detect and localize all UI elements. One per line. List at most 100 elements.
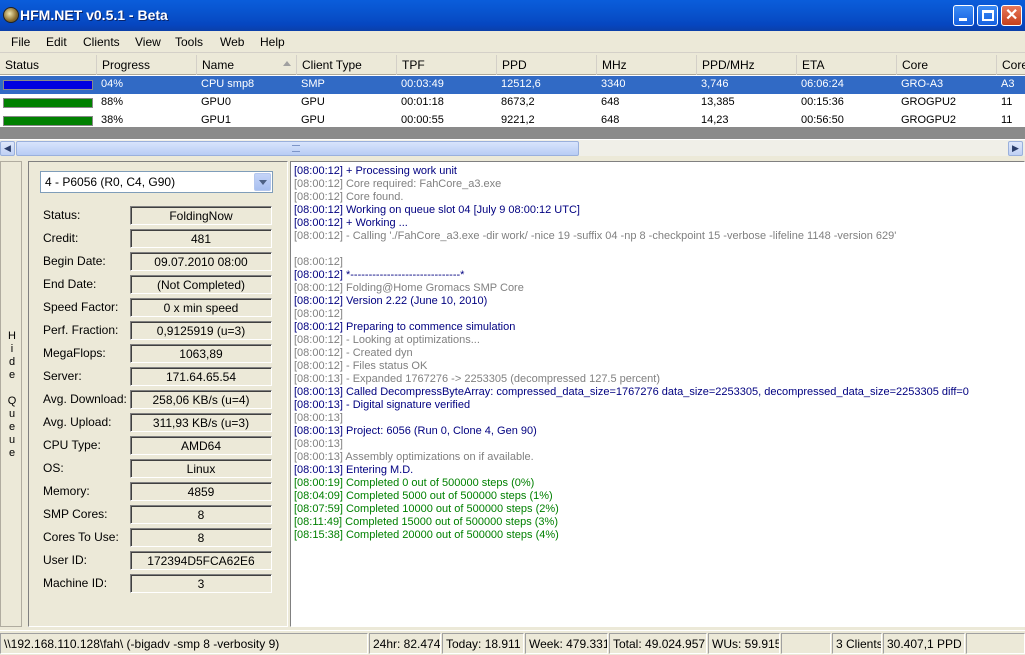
work-unit-select[interactable]: 4 - P6056 (R0, C4, G90) — [40, 171, 273, 193]
row-ppd: 9221,2 — [501, 114, 535, 126]
scroll-right-button[interactable]: ▶ — [1008, 141, 1023, 156]
row-name: GPU1 — [201, 114, 231, 126]
credit-value: 481 — [130, 229, 272, 248]
points-total: Total: 49.024.957 — [609, 633, 707, 654]
row-name: GPU0 — [201, 96, 231, 108]
row-mhz: 3340 — [601, 78, 626, 90]
cpu-type-value: AMD64 — [130, 436, 272, 455]
log-line: [08:04:09] Completed 5000 out of 500000 … — [294, 490, 553, 502]
log-line: [08:00:13] Project: 6056 (Run 0, Clone 4… — [294, 425, 537, 437]
queue-panel: 4 - P6056 (R0, C4, G90) Status: FoldingN… — [28, 161, 288, 627]
end-date-label: End Date: — [43, 277, 97, 291]
cpu-type-label: CPU Type: — [43, 438, 101, 452]
credit-label: Credit: — [43, 231, 79, 245]
ppd-today: Today: 18.911 — [442, 633, 524, 654]
avg-upload-label: Avg. Upload: — [43, 415, 112, 429]
hide-queue-tab[interactable]: H i d e Q u e u e — [0, 161, 22, 627]
row-eta: 00:15:36 — [801, 96, 844, 108]
log-line: [08:00:12] Version 2.22 (June 10, 2010) — [294, 295, 488, 307]
status-label: Status: — [43, 208, 81, 222]
col-tpf[interactable]: TPF — [397, 55, 497, 75]
row-mhz: 648 — [601, 114, 620, 126]
menu-edit[interactable]: Edit — [46, 35, 67, 49]
status-fill — [4, 99, 92, 107]
menu-tools[interactable]: Tools — [175, 35, 203, 49]
title-bar[interactable]: HFM.NET v0.5.1 - Beta ✕ — [0, 0, 1025, 31]
hide-queue-letter: e — [8, 421, 16, 433]
log-line: [08:00:13] - Expanded 1767276 -> 2253305… — [294, 373, 661, 385]
col-ppd[interactable]: PPD — [497, 55, 597, 75]
app-icon[interactable] — [3, 7, 19, 23]
begin-date-value: 09.07.2010 08:00 — [130, 252, 272, 271]
hide-queue-letter: Q — [7, 395, 17, 407]
log-line: [08:00:13] — [294, 412, 343, 424]
perf-fraction-label: Perf. Fraction: — [43, 323, 119, 337]
log-line: [08:15:38] Completed 20000 out of 500000… — [294, 529, 559, 541]
row-client-type: GPU — [301, 114, 325, 126]
row-core-id: A3 — [1001, 78, 1015, 90]
col-progress[interactable]: Progress — [97, 55, 197, 75]
horizontal-scrollbar[interactable]: ◀ ▶ — [0, 139, 1025, 156]
col-status[interactable]: Status — [0, 55, 97, 75]
server-label: Server: — [43, 369, 82, 383]
col-mhz[interactable]: MHz — [597, 55, 697, 75]
status-indicator — [3, 116, 93, 126]
minimize-button[interactable] — [953, 5, 974, 26]
row-tpf: 00:01:18 — [401, 96, 444, 108]
scroll-left-button[interactable]: ◀ — [0, 141, 15, 156]
col-client-type[interactable]: Client Type — [297, 55, 397, 75]
client-row[interactable]: 04% CPU smp8 SMP 00:03:49 12512,6 3340 3… — [0, 76, 1025, 94]
row-ppd: 12512,6 — [501, 78, 541, 90]
log-line: [08:00:13] — [294, 438, 343, 450]
close-button[interactable]: ✕ — [1001, 5, 1022, 26]
menu-web[interactable]: Web — [220, 35, 244, 49]
log-line: [08:00:12] + Working ... — [294, 217, 408, 229]
status-fill — [4, 81, 92, 89]
log-line: [08:00:12] — [294, 308, 343, 320]
row-ppd-mhz: 14,23 — [701, 114, 729, 126]
status-fill — [4, 117, 92, 125]
user-id-label: User ID: — [43, 553, 88, 567]
perf-fraction-value: 0,9125919 (u=3) — [130, 321, 272, 340]
client-row[interactable]: 88% GPU0 GPU 00:01:18 8673,2 648 13,385 … — [0, 94, 1025, 112]
row-ppd-mhz: 13,385 — [701, 96, 735, 108]
client-row[interactable]: 38% GPU1 GPU 00:00:55 9221,2 648 14,23 0… — [0, 112, 1025, 127]
begin-date-label: Begin Date: — [43, 254, 106, 268]
log-line: [08:11:49] Completed 15000 out of 500000… — [294, 516, 558, 528]
col-ppd-mhz[interactable]: PPD/MHz — [697, 55, 797, 75]
scroll-thumb[interactable] — [16, 141, 579, 156]
user-id-value: 172394D5FCA62E6 — [130, 551, 272, 570]
ppd-24hr: 24hr: 82.474 — [369, 633, 441, 654]
col-eta[interactable]: ETA — [797, 55, 897, 75]
avg-download-value: 258,06 KB/s (u=4) — [130, 390, 272, 409]
client-grid[interactable]: Status Progress Name Client Type TPF PPD… — [0, 55, 1025, 127]
menu-file[interactable]: File — [11, 35, 30, 49]
work-unit-select-value: 4 - P6056 (R0, C4, G90) — [45, 175, 176, 189]
menu-help[interactable]: Help — [260, 35, 285, 49]
menu-bar: File Edit Clients View Tools Web Help — [0, 31, 1025, 53]
avg-download-label: Avg. Download: — [43, 392, 127, 406]
col-core[interactable]: Core — [897, 55, 997, 75]
col-name[interactable]: Name — [197, 55, 297, 75]
row-client-type: GPU — [301, 96, 325, 108]
cores-to-use-label: Cores To Use: — [43, 530, 119, 544]
status-bar: \\192.168.110.128\fah\ (-bigadv -smp 8 -… — [0, 630, 1025, 655]
status-value: FoldingNow — [130, 206, 272, 225]
arrow-right-icon: ▶ — [1012, 143, 1019, 153]
maximize-button[interactable] — [977, 5, 998, 26]
row-name: CPU smp8 — [201, 78, 255, 90]
menu-clients[interactable]: Clients — [83, 35, 120, 49]
window-title: HFM.NET v0.5.1 - Beta — [20, 7, 168, 23]
hide-queue-letter: d — [8, 356, 16, 368]
row-ppd-mhz: 3,746 — [701, 78, 729, 90]
col-core-id[interactable]: Core — [997, 55, 1025, 75]
log-line: [08:00:12] Working on queue slot 04 [Jul… — [294, 204, 580, 216]
log-line: [08:00:12] - Created dyn — [294, 347, 413, 359]
chevron-down-icon[interactable] — [254, 173, 271, 191]
menu-view[interactable]: View — [135, 35, 161, 49]
log-line: [08:00:13] Called DecompressByteArray: c… — [294, 386, 969, 398]
log-line: [08:00:12] Preparing to commence simulat… — [294, 321, 516, 333]
machine-id-value: 3 — [130, 574, 272, 593]
log-viewer[interactable]: [08:00:12] + Processing work unit [08:00:… — [290, 161, 1025, 627]
grid-splitter[interactable] — [0, 127, 1025, 139]
